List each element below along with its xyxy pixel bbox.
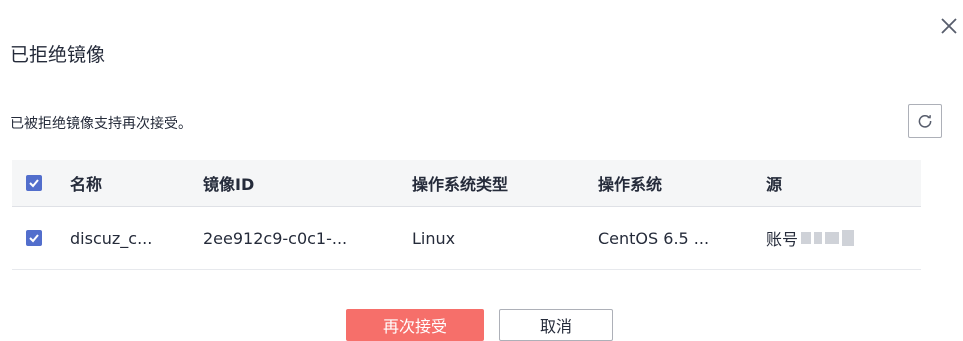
column-header-os: 操作系统 — [598, 175, 663, 194]
select-all-checkbox[interactable] — [26, 175, 42, 191]
row-select-cell — [12, 230, 70, 246]
dialog-title: 已拒绝镜像 — [10, 44, 106, 66]
row-os-type: Linux — [412, 228, 456, 248]
row-checkbox[interactable] — [26, 230, 42, 246]
table-header: 名称 镜像ID 操作系统类型 操作系统 源 — [12, 160, 921, 207]
row-image-id: 2ee912c9-c0c1-... — [203, 228, 348, 248]
dialog-description: 已被拒绝镜像支持再次接受。 — [10, 116, 192, 132]
redacted-account — [801, 230, 855, 246]
row-source: 账号 — [766, 226, 921, 250]
row-name: discuz_c... — [70, 228, 153, 248]
rejected-images-dialog: 已拒绝镜像 已被拒绝镜像支持再次接受。 名称 镜像ID 操作系统类型 操作系统 — [0, 0, 963, 341]
column-header-source: 源 — [766, 175, 783, 194]
column-header-name: 名称 — [70, 175, 103, 194]
select-all-cell — [12, 175, 70, 191]
refresh-button[interactable] — [908, 104, 942, 138]
accept-again-button[interactable]: 再次接受 — [346, 309, 484, 341]
row-os: CentOS 6.5 ... — [598, 228, 710, 248]
images-table: 名称 镜像ID 操作系统类型 操作系统 源 discuz_c... 2ee912… — [12, 160, 921, 270]
row-source-label: 账号 — [766, 230, 799, 249]
cancel-button[interactable]: 取消 — [499, 309, 613, 341]
close-icon[interactable] — [937, 14, 961, 38]
checkbox-checked-icon — [29, 179, 39, 188]
table-row: discuz_c... 2ee912c9-c0c1-... Linux Cent… — [12, 207, 921, 270]
checkbox-checked-icon — [29, 234, 39, 243]
refresh-icon — [918, 115, 932, 128]
column-header-os-type: 操作系统类型 — [412, 175, 509, 194]
column-header-image-id: 镜像ID — [203, 175, 255, 194]
